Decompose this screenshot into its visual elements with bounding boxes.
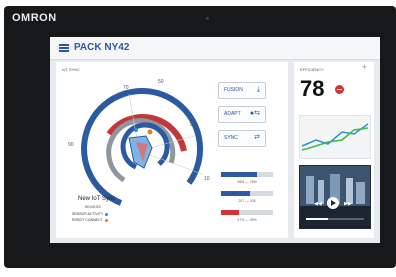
panel-label: EFFICIENCY [300, 67, 324, 72]
camera-dot [206, 17, 209, 20]
center-dot-blue [134, 128, 138, 132]
adapt-button[interactable]: ADAPT ●⇆ [218, 106, 266, 123]
button-label: ADAPT [224, 111, 241, 117]
adapt-icon: ●⇆ [249, 110, 260, 117]
rewind-icon[interactable]: ◀◀ [314, 201, 322, 207]
video-progress[interactable] [306, 218, 364, 220]
trend-chart-thumbnail[interactable] [299, 115, 371, 159]
page-title: PACK NY42 [74, 42, 130, 53]
legend-label: SENSOR ACTIVITY [72, 212, 104, 216]
sync-icon: ⇄ [254, 134, 260, 141]
metric-bar-1 [221, 172, 273, 177]
trend-lines [301, 123, 369, 151]
metric-bar-fill [221, 191, 250, 196]
dial-tick: 70 [123, 85, 129, 91]
button-label: FUSION [224, 87, 243, 93]
trend-line-blue [301, 123, 369, 147]
efficiency-panel: EFFICIENCY + 78 ◀◀ ▶▶ [294, 62, 374, 238]
metric-bar-fill [221, 172, 258, 177]
legend-label: ROBOT CONNECT [72, 218, 103, 222]
dial-tick: 10 [204, 176, 210, 182]
iot-sync-panel: IoT SYNC 70 50 50 90 10 New IoT Sync 00:… [56, 62, 288, 238]
metric-bars: 65M — 78M 207 — 208 37% — 49% [221, 172, 273, 232]
menu-icon[interactable] [59, 44, 69, 52]
forward-icon[interactable]: ▶▶ [344, 201, 352, 207]
efficiency-status-icon [335, 85, 344, 94]
fusion-button[interactable]: FUSION ⤓ [218, 82, 266, 99]
video-thumbnail[interactable]: ◀◀ ▶▶ [299, 165, 371, 229]
dial-tick: 90 [68, 142, 74, 148]
efficiency-value: 78 [300, 76, 325, 101]
sync-button[interactable]: SYNC ⇄ [218, 130, 266, 147]
dial-tick: 50 [158, 79, 164, 85]
header-bar: PACK NY42 [50, 37, 380, 60]
sync-title: New IoT Sync [78, 196, 116, 202]
legend-dot-blue [105, 212, 109, 216]
sync-dial[interactable]: 70 50 50 90 10 [64, 76, 214, 216]
add-icon[interactable]: + [362, 62, 367, 72]
legend-dot-orange [104, 218, 108, 222]
button-label: SYNC [224, 135, 238, 141]
legend: SENSOR ACTIVITY ROBOT CONNECT [72, 212, 109, 222]
metric-bar-2 [221, 191, 273, 196]
center-dot-orange [147, 129, 153, 135]
legend-item-sensor: SENSOR ACTIVITY [72, 212, 109, 216]
panel-label: IoT SYNC [62, 67, 80, 72]
device: OMRON PACK NY42 IoT SYNC 70 50 50 90 10 … [0, 0, 396, 277]
brand-logo: OMRON [12, 12, 57, 24]
metric-bar-3 [221, 210, 273, 215]
sync-time: 00:00:03 [85, 204, 101, 209]
metric-bar-fill [221, 210, 240, 215]
legend-item-robot: ROBOT CONNECT [72, 218, 108, 222]
play-icon[interactable] [327, 197, 339, 209]
fusion-icon: ⤓ [256, 86, 260, 93]
metric-caption: 37% — 49% [237, 218, 257, 222]
metric-caption: 207 — 208 [238, 199, 256, 203]
hmi-screen: PACK NY42 IoT SYNC 70 50 50 90 10 New Io… [50, 37, 380, 243]
metric-caption: 65M — 78M [237, 180, 257, 184]
dial-tick: 50 [190, 122, 196, 128]
